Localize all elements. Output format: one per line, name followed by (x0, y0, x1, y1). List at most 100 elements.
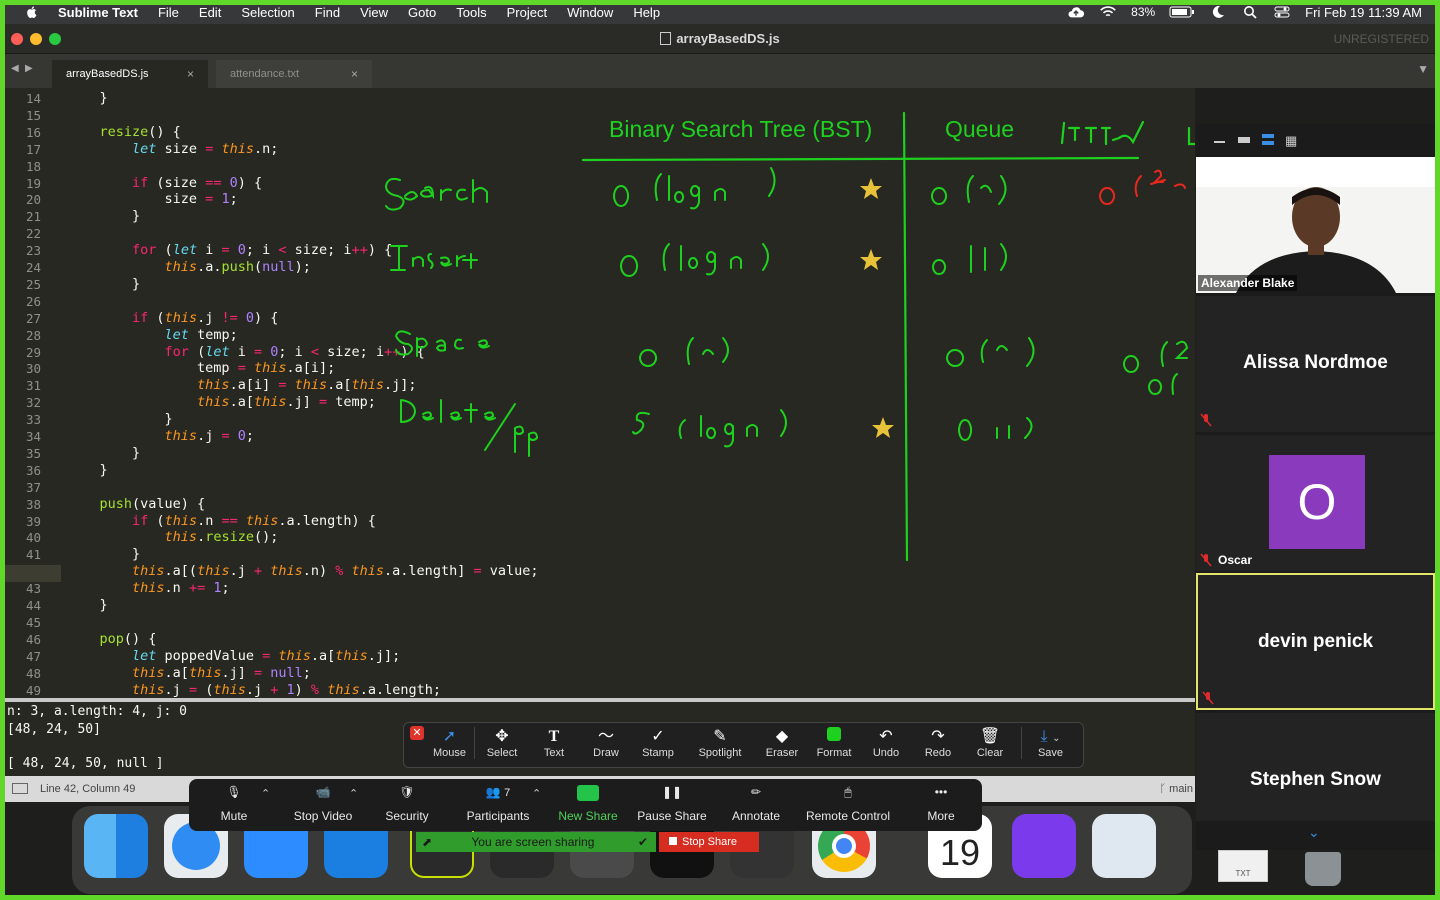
tool-format[interactable]: Format (808, 727, 860, 759)
tool-eraser[interactable]: ◆ Eraser (756, 727, 808, 759)
move-icon: ✥ (495, 728, 509, 745)
tab-dropdown-icon[interactable]: ▼ (1417, 62, 1429, 76)
tool-text[interactable]: T Text (528, 727, 580, 759)
chevron-up-icon[interactable]: ⌃ (349, 787, 358, 800)
minimize-view-icon[interactable] (1238, 137, 1250, 143)
window-titlebar: arrayBasedDS.js UNREGISTERED (5, 24, 1435, 54)
chevron-up-icon[interactable]: ⌃ (532, 787, 541, 800)
tool-save[interactable]: ⤓ ⌄ Save (1021, 727, 1079, 759)
stop-share-button[interactable]: Stop Share (659, 832, 759, 852)
nav-forward-icon[interactable]: ▶ (25, 63, 33, 74)
nav-back-icon[interactable]: ◀ (11, 63, 19, 74)
panel-toggle-icon[interactable] (12, 783, 28, 794)
menu-help[interactable]: Help (633, 5, 660, 20)
cursor-icon: ➚ (442, 728, 457, 745)
chevron-up-icon[interactable]: ⌃ (261, 787, 270, 800)
tool-spotlight[interactable]: ✎ Spotlight (694, 727, 746, 759)
muted-mic-icon (1200, 553, 1212, 567)
menu-tools[interactable]: Tools (456, 5, 486, 20)
wifi-icon[interactable] (1099, 5, 1117, 19)
tool-clear[interactable]: 🗑 Clear (964, 727, 1016, 759)
trash-icon[interactable] (1305, 852, 1341, 886)
pause-share-button[interactable]: ❚❚ Pause Share (635, 785, 709, 823)
tool-redo[interactable]: ↷ Redo (912, 727, 964, 759)
tool-undo[interactable]: ↶ Undo (860, 727, 912, 759)
git-branch[interactable]: ᚴ main (1160, 783, 1194, 795)
tool-mouse[interactable]: ➚ Mouse (425, 727, 475, 759)
screen-sharing-notice[interactable]: ⬈ You are screen sharing ✔ (416, 832, 656, 852)
color-swatch-icon (808, 727, 860, 747)
avatar: O (1269, 455, 1365, 549)
app-menu[interactable]: Sublime Text (58, 5, 138, 20)
extra-green-scribble (1123, 340, 1189, 395)
tab-label: arrayBasedDS.js (66, 68, 149, 80)
annotate-button[interactable]: ✏ Annotate (725, 785, 787, 823)
star-icon (860, 178, 882, 199)
clock[interactable]: Fri Feb 19 11:39 AM (1305, 5, 1422, 20)
bst-space-cell (639, 337, 729, 367)
participant-tile[interactable]: O Oscar (1196, 435, 1435, 571)
menu-selection[interactable]: Selection (241, 5, 294, 20)
menu-window[interactable]: Window (567, 5, 613, 20)
menu-project[interactable]: Project (507, 5, 547, 20)
close-icon[interactable]: × (351, 67, 358, 81)
code-editor[interactable]: 14 15 16 17 18 19 20 21 22 23 24 25 26 27 28 29 30 31 32 33… (5, 88, 1195, 698)
control-center-icon[interactable] (1273, 5, 1291, 19)
preview-icon[interactable] (1092, 814, 1156, 878)
participant-tile-active-speaker[interactable]: devin penick (1196, 573, 1435, 710)
wand-icon: ✎ (713, 728, 727, 745)
menu-view[interactable]: View (360, 5, 388, 20)
desktop-file-icon[interactable]: TXT (1218, 850, 1268, 882)
mute-button[interactable]: 🎙 Mute (209, 785, 259, 823)
participant-name: Alissa Nordmoe (1243, 352, 1388, 373)
redo-icon: ↷ (931, 728, 945, 745)
participant-name: devin penick (1257, 631, 1374, 652)
muted-mic-icon (1202, 691, 1214, 705)
tab-label: attendance.txt (230, 68, 300, 80)
mouse-icon: 🖱 (844, 785, 852, 799)
tool-stamp[interactable]: ✓ Stamp (632, 727, 684, 759)
chevron-down-icon[interactable]: ⌄ (1308, 824, 1320, 841)
tool-select[interactable]: ✥ Select (476, 727, 528, 759)
console-line: [48, 24, 50] (7, 722, 101, 737)
search-icon[interactable] (1241, 5, 1259, 19)
menu-file[interactable]: File (158, 5, 179, 20)
cursor-position[interactable]: Line 42, Column 49 (40, 783, 135, 795)
gallery-view-icon[interactable]: ▦ (1285, 133, 1297, 149)
github-desktop-icon[interactable] (1012, 814, 1076, 878)
close-icon[interactable]: × (187, 67, 194, 81)
participant-tile[interactable]: Stephen Snow (1196, 713, 1435, 821)
minimize-icon[interactable] (1214, 141, 1225, 143)
branch-icon: ᚴ (1159, 783, 1170, 795)
pause-icon: ❚❚ (661, 785, 683, 799)
zoom-meeting-controls: 🎙 Mute ⌃ 📹 Stop Video ⌃ 🛡 Security 👥 7 Parti… (189, 779, 982, 831)
speaker-view-icon[interactable] (1262, 134, 1274, 145)
tab-attendance[interactable]: attendance.txt × (216, 60, 372, 88)
participant-tile-video[interactable]: Alexander Blake (1196, 157, 1435, 293)
do-not-disturb-icon[interactable] (1209, 5, 1227, 19)
apple-icon[interactable] (22, 5, 42, 19)
star-icon (872, 417, 894, 438)
menu-find[interactable]: Find (315, 5, 340, 20)
battery-icon[interactable] (1169, 5, 1195, 19)
queue-header: Queue (945, 116, 1014, 142)
security-button[interactable]: 🛡 Security (379, 785, 435, 823)
cloud-upload-icon[interactable] (1067, 5, 1085, 19)
finder-icon[interactable] (84, 814, 148, 878)
queue-search-cell (931, 175, 1007, 205)
remote-control-button[interactable]: 🖱 Remote Control (801, 785, 895, 823)
participant-name: Oscar (1218, 553, 1253, 567)
file-icon (660, 32, 672, 45)
tool-draw[interactable]: 〜 Draw (580, 727, 632, 759)
tab-arraybasedds[interactable]: arrayBasedDS.js × (52, 60, 208, 88)
more-button[interactable]: ••• More (917, 785, 965, 823)
close-annotation-button[interactable]: ✕ (410, 726, 424, 740)
participant-tile[interactable]: Alissa Nordmoe (1196, 296, 1435, 432)
menu-goto[interactable]: Goto (408, 5, 436, 20)
shield-check-icon: ✔ (637, 835, 648, 849)
annotation-toolbar: ✕ ➚ Mouse ✥ Select T Text 〜 Draw ✓ Stamp ✎ Spo… (403, 722, 1084, 768)
participants-button[interactable]: 👥 7 Participants (461, 785, 535, 823)
delete-row-stroke (400, 399, 539, 457)
new-share-button[interactable]: New Share (555, 785, 621, 823)
menu-edit[interactable]: Edit (199, 5, 221, 20)
